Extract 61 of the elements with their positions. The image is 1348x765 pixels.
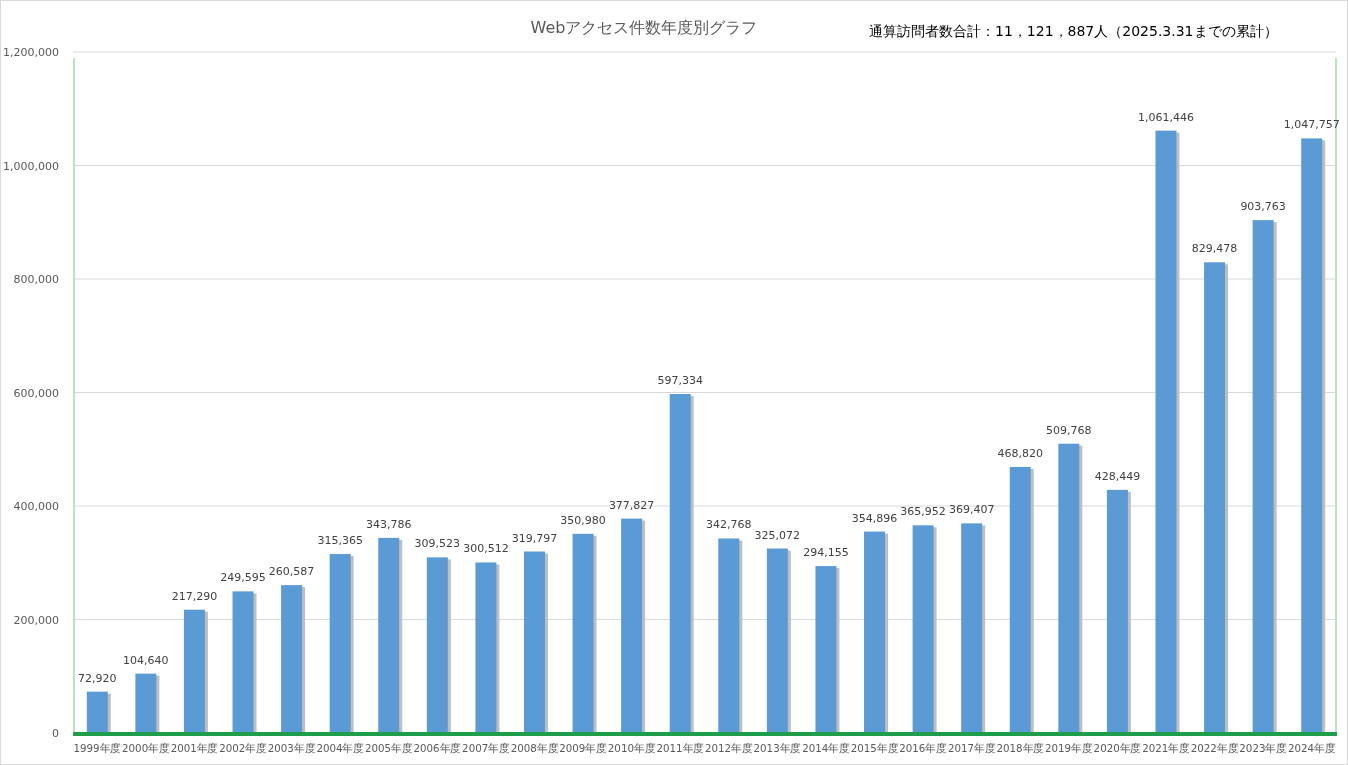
y-axis-label: 600,000 [13,386,59,400]
x-axis-label: 2000年度 [122,742,171,754]
data-label: 509,768 [1046,423,1092,437]
y-axis-label: 400,000 [13,500,59,513]
data-label: 365,952 [900,505,946,519]
x-axis-label: 2006年度 [413,742,463,754]
x-axis-label: 2007年度 [462,742,511,754]
data-label: 309,523 [414,537,461,551]
y-axis-label: 1,200,000 [3,46,59,59]
y-axis-label: 1,000,000 [3,159,59,173]
data-label: 300,512 [463,542,509,556]
total-visitors-note: 通算訪問者数合計：11，121，887人（2025.3.31までの累計） [869,23,1278,39]
data-label: 217,290 [171,589,218,603]
data-label: 319,797 [511,531,558,545]
data-label: 343,786 [366,517,412,531]
x-axis-label: 2009年度 [559,742,608,754]
data-label: 1,047,757 [1283,118,1340,132]
data-label: 829,478 [1191,242,1238,256]
data-label: 597,334 [657,374,703,387]
x-axis-label: 1999年度 [73,742,123,754]
data-label: 369,407 [948,503,995,517]
data-label: 342,768 [706,518,752,532]
x-axis-label: 2016年度 [899,742,949,754]
data-label: 903,763 [1240,200,1286,214]
x-axis-label: 2011年度 [656,742,706,754]
data-label: 350,980 [560,513,606,527]
x-axis-label: 2017年度 [947,742,997,754]
x-axis-label: 2018年度 [996,742,1046,754]
x-axis-label: 2013年度 [753,742,803,754]
x-axis-label: 2023年度 [1239,742,1289,754]
x-axis-label: 2002年度 [219,742,268,754]
data-label: 377,827 [608,498,655,512]
x-axis-label: 2019年度 [1045,742,1094,754]
x-axis-label: 2005年度 [364,742,414,754]
data-label: 294,155 [803,546,849,560]
data-label: 104,640 [123,653,169,667]
y-axis-label: 200,000 [13,613,59,627]
x-axis-label: 2001年度 [170,742,220,754]
data-label: 249,595 [220,571,266,585]
x-axis-label: 2014年度 [802,742,851,754]
x-axis-label: 2010年度 [607,742,657,754]
x-axis-label: 2003年度 [267,742,317,754]
x-axis-label: 2015年度 [850,742,900,754]
y-axis-label: 0 [52,727,59,740]
data-label: 428,449 [1094,469,1141,483]
x-axis-label: 2022年度 [1190,742,1240,754]
x-axis-label: 2012年度 [705,742,754,754]
data-label: 468,820 [997,446,1043,460]
data-label: 325,072 [754,528,801,542]
data-label: 354,896 [851,511,898,525]
chart-title: Webアクセス件数年度別グラフ [530,18,758,37]
data-label: 315,365 [317,534,363,548]
data-label: 1,061,446 [1138,110,1194,124]
x-axis-label: 2021年度 [1142,742,1191,754]
x-axis-label: 2008年度 [510,742,560,754]
y-axis-label: 800,000 [13,273,59,286]
data-label: 72,920 [78,671,117,685]
x-axis-label: 2024年度 [1287,742,1337,754]
data-label: 260,587 [268,565,315,579]
x-axis-label: 2004年度 [316,742,366,754]
x-axis-label: 2020年度 [1093,742,1143,754]
